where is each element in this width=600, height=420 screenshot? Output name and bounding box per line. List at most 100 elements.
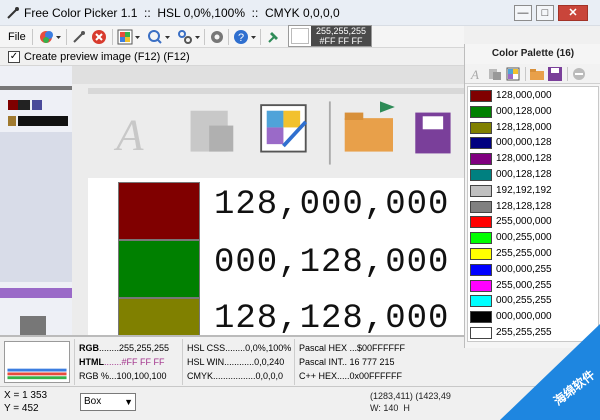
palette-item[interactable]: 000,128,128 <box>468 168 598 182</box>
palette-item[interactable]: 000,000,000 <box>468 310 598 324</box>
rgb-percent-key: RGB % <box>79 371 110 381</box>
hsl-css-value[interactable]: HSL CSS........0,0%,100% <box>187 343 291 353</box>
hsl-win-value[interactable]: HSL WIN............0,0,240 <box>187 357 284 367</box>
palette-item-label: 000,000,255 <box>496 263 552 275</box>
toolbar-separator <box>32 29 33 45</box>
palette-toolbar: A <box>465 64 600 84</box>
palette-item[interactable]: 000,255,000 <box>468 231 598 245</box>
palette-item[interactable]: 000,000,255 <box>468 263 598 277</box>
palette-item-label: 000,128,128 <box>496 169 552 180</box>
palette-swatch <box>470 279 492 292</box>
title-bar: Free Color Picker 1.1 :: HSL 0,0%,100% :… <box>0 0 600 26</box>
selection-coords: (1283,411) (1423,49 <box>370 391 451 401</box>
palette-list[interactable]: 128,000,000 000,128,000 128,128,000 000,000… <box>467 86 599 342</box>
palette-icon[interactable] <box>116 28 142 46</box>
color-wheel-icon[interactable] <box>38 28 62 46</box>
rgb-percent-value[interactable]: ...100,100,100 <box>109 371 167 381</box>
settings-gear-icon[interactable] <box>208 28 226 46</box>
code-info-box: Pascal HEX ...$00FFFFFF Pascal INT.. 16 … <box>294 339 464 385</box>
preview-checkbox-label: Create preview image (F12) (F12) <box>24 51 190 63</box>
minimize-button[interactable]: — <box>514 5 532 21</box>
edit-palette-icon[interactable] <box>505 66 521 82</box>
selection-size: W: 140 H <box>370 403 410 413</box>
toolbar: File ? <box>0 26 464 48</box>
cmyk-value[interactable]: CMYK.................0,0,0,0 <box>187 371 283 381</box>
close-icon: ✕ <box>568 7 578 19</box>
palette-toolbar-separator <box>525 67 526 81</box>
remove-color-icon[interactable] <box>571 66 587 82</box>
palette-item-label: 128,000,128 <box>496 153 552 165</box>
palette-item[interactable]: 128,000,000 <box>468 89 598 103</box>
html-value[interactable]: .......#FF FF FF <box>104 357 165 367</box>
current-color-display: 255,255,255 #FF FF FF <box>288 25 372 47</box>
cpp-hex-value[interactable]: C++ HEX.....0x00FFFFFF <box>299 371 402 381</box>
pascal-int-value[interactable]: Pascal INT.. 16 777 215 <box>299 357 395 367</box>
help-icon[interactable]: ? <box>232 28 258 46</box>
delete-icon[interactable] <box>90 28 108 46</box>
capture-mode-value: Box <box>84 396 102 407</box>
thumbnail-preview <box>0 66 72 335</box>
current-color-swatch <box>291 28 309 44</box>
palette-item[interactable]: 192,192,192 <box>468 184 598 198</box>
color-palette-panel: Color Palette (16) A 128,000,000 000,128,… <box>464 44 600 348</box>
palette-item[interactable]: 128,128,128 <box>468 200 598 214</box>
minimize-icon: — <box>517 7 529 19</box>
palette-swatch <box>470 263 492 276</box>
palette-swatch <box>470 121 492 134</box>
watermark-text: 海绵软件 <box>551 367 598 409</box>
palette-item[interactable]: 255,255,255 <box>468 326 598 340</box>
palette-item-label: 192,192,192 <box>496 184 552 196</box>
palette-swatch <box>470 200 492 213</box>
palette-item[interactable]: 000,128,000 <box>468 105 598 119</box>
preview-canvas[interactable]: A 128,000,000 000,128,000 128,128,000 <box>0 66 464 336</box>
pin-icon[interactable] <box>264 28 282 46</box>
palette-item[interactable]: 000,255,255 <box>468 294 598 308</box>
zoomed-swatch-2 <box>118 240 200 298</box>
close-button[interactable]: ✕ <box>558 5 588 21</box>
zoom-view: A 128,000,000 000,128,000 128,128,000 <box>72 66 464 335</box>
current-color-values: 255,255,255 #FF FF FF <box>311 26 371 46</box>
palette-item[interactable]: 255,255,000 <box>468 247 598 261</box>
file-menu[interactable]: File <box>8 28 26 46</box>
palette-swatch <box>470 90 492 102</box>
zoom-top-band <box>72 66 464 84</box>
palette-item-label: 000,255,255 <box>496 295 552 307</box>
palette-item[interactable]: 255,000,255 <box>468 279 598 293</box>
tools-icon[interactable] <box>176 28 202 46</box>
zoomed-text-1: 128,000,000 <box>214 186 450 224</box>
zoom-icon[interactable] <box>146 28 172 46</box>
copy-icon[interactable] <box>487 66 503 82</box>
palette-item-label: 255,255,000 <box>496 248 552 259</box>
palette-item-label: 000,128,000 <box>496 105 552 117</box>
svg-text:?: ? <box>238 32 244 44</box>
maximize-button[interactable]: □ <box>536 5 554 21</box>
cursor-coordinates: X = 1 353 Y = 452 <box>4 389 47 415</box>
palette-swatch <box>470 248 492 260</box>
eyedropper-icon[interactable] <box>70 28 88 46</box>
color-info-bar: RGB........255,255,255 HTML.......#FF FF… <box>0 336 464 386</box>
toolbar-separator <box>112 29 113 45</box>
palette-swatch <box>470 105 492 118</box>
zoomed-text-2: 000,128,000 <box>214 244 450 282</box>
preview-checkbox[interactable]: ✓ <box>8 51 20 63</box>
palette-item[interactable]: 128,128,000 <box>468 121 598 135</box>
palette-item[interactable]: 000,000,128 <box>468 136 598 150</box>
palette-item-label: 000,000,128 <box>496 137 552 149</box>
save-icon[interactable] <box>547 66 563 82</box>
chevron-down-icon: ▼ <box>124 397 133 407</box>
palette-item[interactable]: 128,000,128 <box>468 152 598 166</box>
toolbar-separator <box>228 29 229 45</box>
palette-swatch <box>470 184 492 197</box>
palette-swatch <box>470 169 492 181</box>
rgb-value[interactable]: ........255,255,255 <box>99 343 169 353</box>
text-tool-icon[interactable]: A <box>469 66 485 82</box>
capture-mode-select[interactable]: Box ▼ <box>80 393 136 411</box>
open-folder-icon[interactable] <box>529 66 545 82</box>
current-hex-text: #FF FF FF <box>319 36 363 46</box>
pascal-hex-value[interactable]: Pascal HEX ...$00FFFFFF <box>299 343 405 353</box>
palette-swatch <box>470 295 492 308</box>
cursor-y: Y = 452 <box>4 403 39 414</box>
palette-item-label: 000,255,000 <box>496 232 552 244</box>
palette-item-label: 000,000,000 <box>496 311 552 323</box>
palette-item[interactable]: 255,000,000 <box>468 215 598 229</box>
